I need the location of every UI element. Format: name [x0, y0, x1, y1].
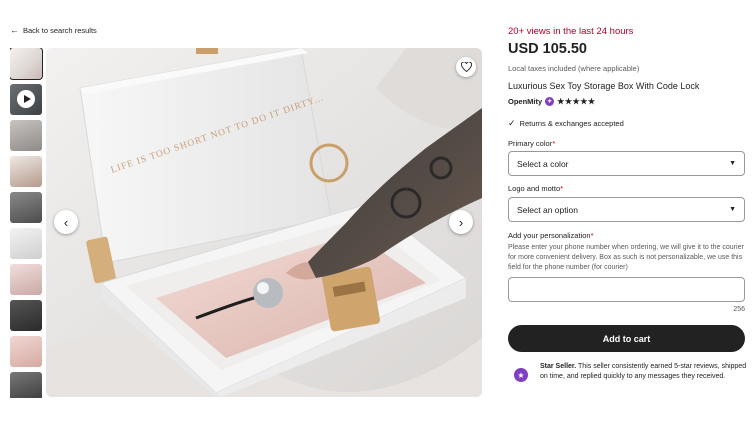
required-mark: * [552, 139, 556, 148]
personalization-label: Add your personalization* [508, 231, 593, 240]
personalization-label-text: Add your personalization [508, 231, 591, 240]
play-icon [17, 90, 35, 108]
price: USD 105.50 [508, 41, 587, 57]
shop-info: OpenMity ✦ ★★★★★ [508, 97, 596, 106]
star-seller-icon: ★ [514, 368, 528, 382]
star-seller-title: Star Seller. [540, 363, 577, 370]
thumbnail-strip [10, 48, 43, 398]
tax-note: Local taxes included (where applicable) [508, 64, 640, 73]
chevron-right-icon: › [458, 214, 464, 230]
verified-badge-icon: ✦ [545, 97, 555, 106]
logo-motto-select[interactable]: Select an option ▼ [508, 197, 745, 222]
chevron-left-icon: ‹ [63, 214, 69, 230]
add-to-cart-button[interactable]: Add to cart [508, 325, 745, 352]
personalization-help: Please enter your phone number when orde… [508, 244, 744, 271]
required-mark: * [590, 231, 594, 240]
personalization-input[interactable] [508, 277, 745, 302]
product-main-image[interactable]: LIFE IS TOO SHORT NOT TO DO IT DIRTY... [46, 48, 482, 397]
previous-image-button[interactable]: ‹ [54, 210, 78, 234]
returns-policy: ✓ Returns & exchanges accepted [508, 118, 624, 129]
views-notice: 20+ views in the last 24 hours [508, 26, 634, 37]
thumbnail-10[interactable] [10, 372, 42, 398]
back-to-results-link[interactable]: ← Back to search results [10, 25, 97, 35]
thumbnail-9[interactable] [10, 336, 42, 367]
returns-text: Returns & exchanges accepted [519, 119, 624, 128]
thumbnail-6[interactable] [10, 228, 42, 259]
shop-name-link[interactable]: OpenMity [508, 97, 542, 106]
rating-stars[interactable]: ★★★★★ [557, 97, 595, 106]
star-seller-info: ★ Star Seller. This seller consistently … [514, 362, 750, 382]
primary-color-select[interactable]: Select a color ▼ [508, 151, 745, 176]
product-title: Luxurious Sex Toy Storage Box With Code … [508, 81, 700, 91]
thumbnail-video[interactable] [10, 84, 42, 115]
next-image-button[interactable]: › [449, 210, 473, 234]
caret-down-icon: ▼ [729, 206, 736, 213]
product-photo: LIFE IS TOO SHORT NOT TO DO IT DIRTY... [46, 48, 482, 397]
logo-motto-label: Logo and motto* [508, 184, 563, 193]
primary-color-value: Select a color [517, 158, 569, 169]
logo-motto-value: Select an option [517, 204, 578, 215]
thumbnail-5[interactable] [10, 192, 42, 223]
required-mark: * [560, 184, 564, 193]
thumbnail-3[interactable] [10, 120, 42, 151]
thumbnail-1[interactable] [10, 48, 43, 80]
favorite-button[interactable] [456, 57, 476, 77]
back-link-label: Back to search results [23, 25, 97, 35]
primary-color-label: Primary color* [508, 139, 555, 148]
back-arrow-icon: ← [10, 25, 19, 35]
thumbnail-8[interactable] [10, 300, 42, 331]
heart-icon [460, 62, 472, 72]
logo-motto-label-text: Logo and motto [508, 184, 561, 193]
character-counter: 256 [733, 306, 745, 313]
caret-down-icon: ▼ [729, 160, 736, 167]
check-icon: ✓ [508, 118, 516, 128]
thumbnail-4[interactable] [10, 156, 42, 187]
primary-color-label-text: Primary color [508, 139, 553, 148]
star-seller-text: Star Seller. This seller consistently ea… [540, 362, 750, 382]
thumbnail-7[interactable] [10, 264, 42, 295]
